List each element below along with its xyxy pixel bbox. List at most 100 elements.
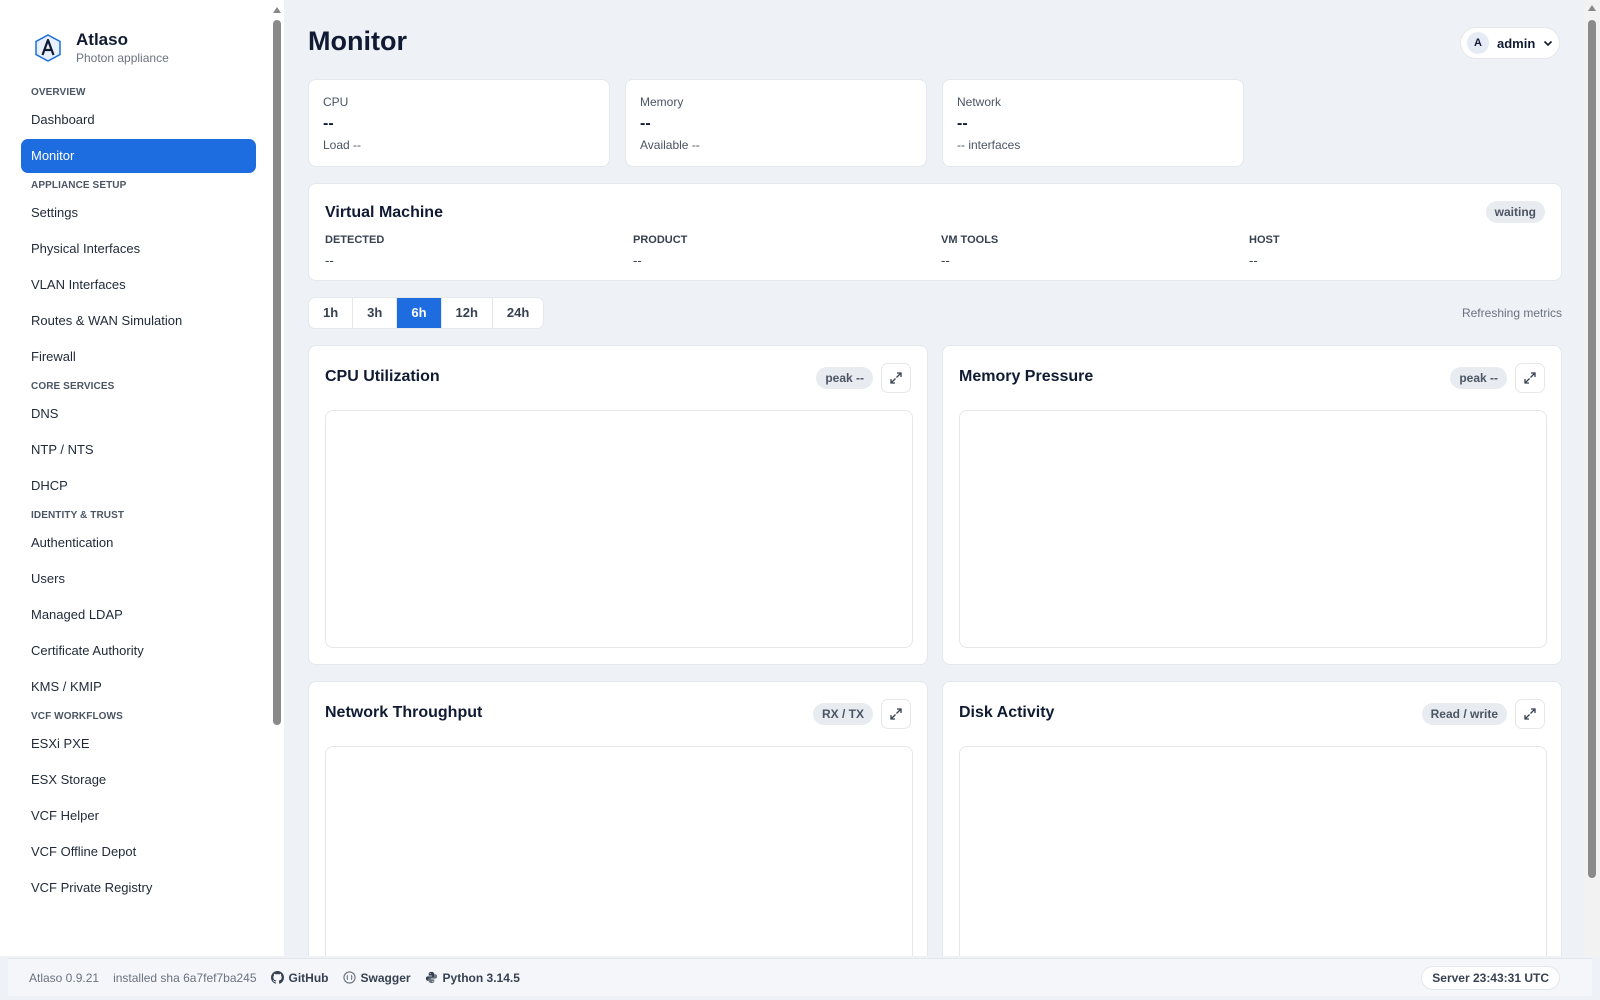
sidebar-scroll-up-icon[interactable]: [273, 7, 281, 13]
cpu-chart-plot: [325, 410, 913, 648]
github-link[interactable]: GitHub: [270, 970, 329, 985]
server-time-badge: Server 23:43:31 UTC: [1421, 966, 1560, 990]
sidebar-item-dashboard[interactable]: Dashboard: [21, 103, 256, 137]
vm-host-label: HOST: [1249, 234, 1280, 246]
disk-chart-title: Disk Activity: [959, 704, 1055, 721]
github-label: GitHub: [288, 970, 329, 985]
sidebar-item-users[interactable]: Users: [21, 562, 256, 596]
memory-chart-title: Memory Pressure: [959, 368, 1094, 385]
cpu-stat-value: --: [323, 115, 334, 132]
github-icon: [270, 971, 284, 984]
expand-icon: [1524, 372, 1536, 384]
brand-name: Atlaso: [76, 30, 128, 49]
sidebar-item-vcf-offline-depot[interactable]: VCF Offline Depot: [21, 835, 256, 869]
installed-sha: installed sha 6a7fef7ba245: [113, 970, 257, 985]
disk-readwrite-badge: Read / write: [1421, 703, 1507, 725]
network-stat-card: Network -- -- interfaces: [942, 79, 1244, 167]
network-rxtx-badge: RX / TX: [812, 703, 873, 725]
sidebar-item-vcf-helper[interactable]: VCF Helper: [21, 799, 256, 833]
memory-stat-card: Memory -- Available --: [625, 79, 927, 167]
virtual-machine-card: Virtual Machine waiting DETECTED -- PROD…: [308, 183, 1562, 281]
brand-subtitle: Photon appliance: [76, 51, 169, 65]
sidebar-item-dns[interactable]: DNS: [21, 397, 256, 431]
brand[interactable]: Atlaso Photon appliance: [34, 30, 169, 66]
refresh-status: Refreshing metrics: [1461, 306, 1562, 320]
vm-detected-value: --: [325, 253, 334, 268]
swagger-label: Swagger: [360, 970, 411, 985]
network-chart-title: Network Throughput: [325, 704, 483, 721]
page-scrollbar[interactable]: [1584, 0, 1600, 956]
python-label: Python 3.14.5: [442, 970, 520, 985]
nav-section-overview: OVERVIEW: [31, 87, 86, 98]
cpu-chart-actions: peak --: [816, 363, 911, 393]
vm-product-label: PRODUCT: [633, 234, 688, 246]
atlaso-logo-icon: [35, 34, 61, 62]
sidebar-item-dhcp[interactable]: DHCP: [21, 469, 256, 503]
network-stat-value: --: [957, 115, 968, 132]
network-throughput-card: Network Throughput RX / TX: [308, 681, 928, 956]
sidebar-item-vcf-private-registry[interactable]: VCF Private Registry: [21, 871, 256, 905]
range-12h-button[interactable]: 12h: [442, 298, 493, 328]
range-6h-button[interactable]: 6h: [397, 298, 442, 328]
range-1h-button[interactable]: 1h: [309, 298, 354, 328]
memory-chart-plot: [959, 410, 1547, 648]
disk-chart-plot: [959, 746, 1547, 956]
vm-product: PRODUCT --: [633, 233, 933, 270]
vm-detected-label: DETECTED: [325, 234, 385, 246]
footer: Atlaso 0.9.21 installed sha 6a7fef7ba245…: [8, 958, 1592, 996]
expand-icon: [1524, 708, 1536, 720]
swagger-link[interactable]: Swagger: [342, 970, 411, 985]
page-title: Monitor: [308, 26, 407, 56]
page-scrollbar-thumb[interactable]: [1588, 20, 1596, 878]
scroll-up-icon[interactable]: [1588, 5, 1596, 11]
vm-tools-value: --: [941, 253, 950, 268]
memory-peak-badge: peak --: [1450, 367, 1507, 389]
vm-card-title: Virtual Machine: [325, 204, 443, 221]
cpu-stat-label: CPU: [323, 95, 349, 109]
sidebar-nav: OVERVIEW Dashboard Monitor APPLIANCE SET…: [21, 80, 256, 907]
range-24h-button[interactable]: 24h: [493, 298, 543, 328]
chevron-down-icon: [1544, 40, 1553, 47]
swagger-icon: [342, 971, 356, 984]
cpu-stat-sub: Load --: [323, 138, 362, 152]
sidebar-item-esxi-pxe[interactable]: ESXi PXE: [21, 727, 256, 761]
sidebar-item-settings[interactable]: Settings: [21, 196, 256, 230]
cpu-utilization-card: CPU Utilization peak --: [308, 345, 928, 665]
python-link[interactable]: Python 3.14.5: [425, 971, 520, 985]
vm-tools: VM TOOLS --: [941, 233, 1241, 270]
cpu-stat-card: CPU -- Load --: [308, 79, 610, 167]
nav-section-appliance-setup: APPLIANCE SETUP: [31, 180, 127, 191]
vm-detected: DETECTED --: [325, 233, 625, 270]
sidebar-item-ntp[interactable]: NTP / NTS: [21, 433, 256, 467]
network-expand-button[interactable]: [881, 699, 911, 729]
cpu-peak-badge: peak --: [816, 367, 873, 389]
vm-host-value: --: [1249, 253, 1258, 268]
range-3h-button[interactable]: 3h: [353, 298, 398, 328]
sidebar-item-monitor[interactable]: Monitor: [21, 139, 256, 173]
cpu-expand-button[interactable]: [881, 363, 911, 393]
avatar: A: [1467, 32, 1489, 54]
memory-expand-button[interactable]: [1515, 363, 1545, 393]
sidebar-item-routes-wan[interactable]: Routes & WAN Simulation: [21, 304, 256, 338]
sidebar-scrollbar-thumb[interactable]: [273, 20, 281, 725]
network-chart-plot: [325, 746, 913, 956]
disk-expand-button[interactable]: [1515, 699, 1545, 729]
sidebar-item-kms-kmip[interactable]: KMS / KMIP: [21, 670, 256, 704]
memory-chart-actions: peak --: [1450, 363, 1545, 393]
sidebar-item-vlan-interfaces[interactable]: VLAN Interfaces: [21, 268, 256, 302]
time-range-selector: 1h 3h 6h 12h 24h: [308, 297, 545, 329]
sidebar-item-esx-storage[interactable]: ESX Storage: [21, 763, 256, 797]
sidebar-item-firewall[interactable]: Firewall: [21, 340, 256, 374]
nav-section-identity-trust: IDENTITY & TRUST: [31, 510, 125, 521]
sidebar-item-authentication[interactable]: Authentication: [21, 526, 256, 560]
user-menu-button[interactable]: A admin: [1460, 27, 1560, 59]
sidebar-item-physical-interfaces[interactable]: Physical Interfaces: [21, 232, 256, 266]
vm-host: HOST --: [1249, 233, 1549, 270]
network-stat-label: Network: [957, 95, 1002, 109]
disk-activity-card: Disk Activity Read / write: [942, 681, 1562, 956]
sidebar-item-managed-ldap[interactable]: Managed LDAP: [21, 598, 256, 632]
memory-pressure-card: Memory Pressure peak --: [942, 345, 1562, 665]
sidebar-item-certificate-authority[interactable]: Certificate Authority: [21, 634, 256, 668]
expand-icon: [890, 708, 902, 720]
nav-section-vcf-workflows: VCF WORKFLOWS: [31, 711, 123, 722]
